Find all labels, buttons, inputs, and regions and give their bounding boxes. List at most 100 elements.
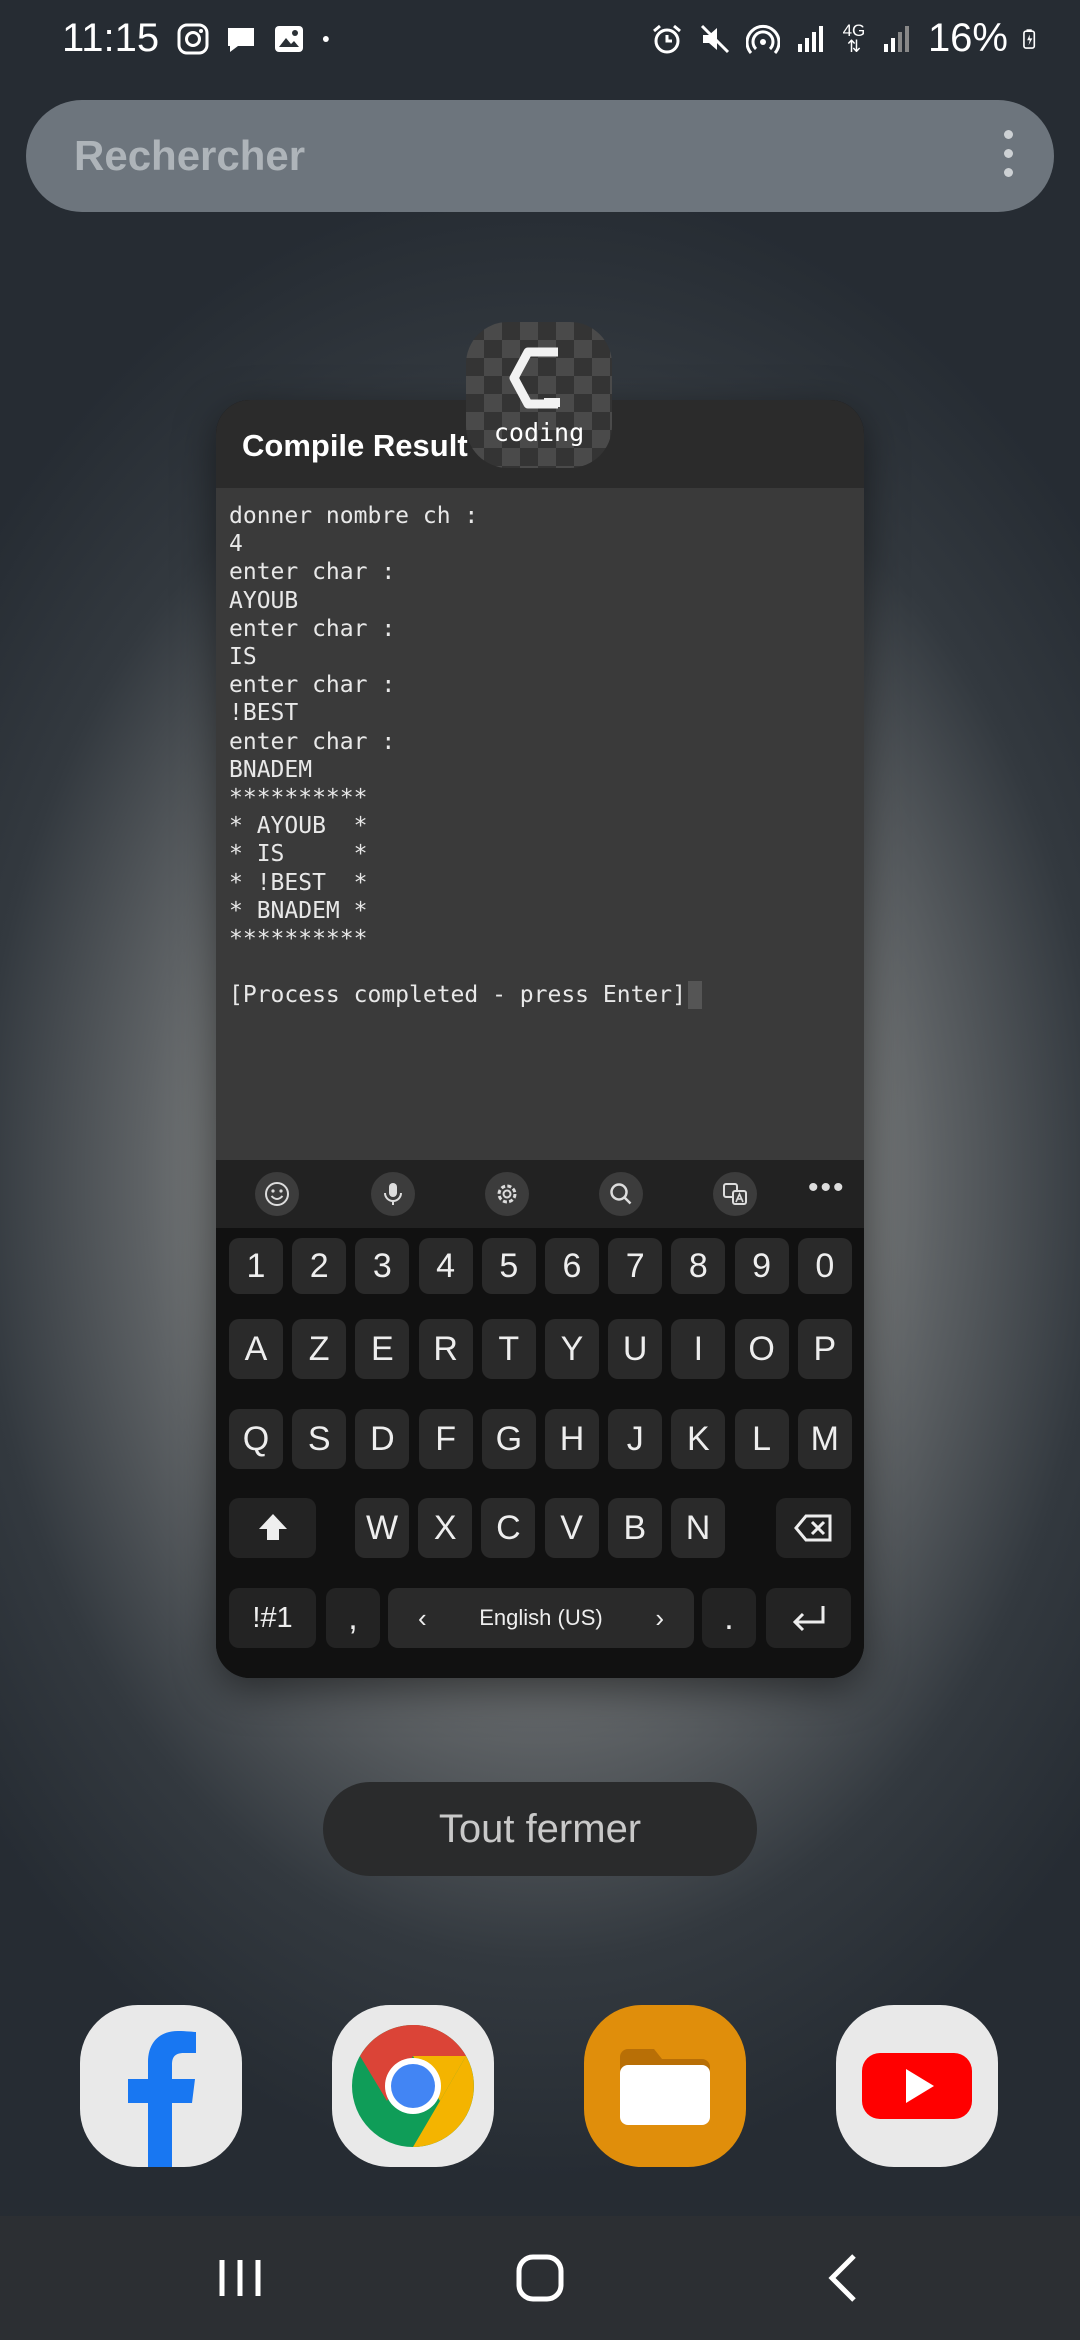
key-6[interactable]: 6 [545, 1238, 599, 1294]
key-w[interactable]: W [355, 1498, 409, 1558]
terminal-line-text: * AYOUB * [229, 813, 368, 840]
key-b[interactable]: B [607, 1498, 662, 1558]
settings-icon[interactable] [485, 1172, 529, 1216]
close-all-button[interactable]: Tout fermer [323, 1782, 757, 1876]
files-icon[interactable] [584, 2005, 746, 2167]
status-system-icons: 4G ⇅ 16% [650, 16, 1044, 61]
emoji-icon[interactable] [255, 1172, 299, 1216]
more-options-icon[interactable] [1002, 130, 1014, 182]
space-key[interactable]: ‹ English (US) › [388, 1588, 694, 1648]
mic-icon[interactable] [371, 1172, 415, 1216]
backspace-icon [793, 1514, 831, 1542]
key-9[interactable]: 9 [734, 1238, 789, 1294]
terminal-line: enter char : [229, 671, 395, 699]
language-next-icon: › [655, 1603, 664, 1633]
terminal-line: * BNADEM * [229, 897, 367, 925]
symbols-key[interactable]: !#1 [229, 1588, 316, 1648]
coding-app-icon[interactable]: coding [466, 322, 612, 468]
key-7[interactable]: 7 [608, 1238, 663, 1294]
key-d[interactable]: D [355, 1409, 410, 1469]
navigation-bar [0, 2216, 1080, 2340]
comma-key[interactable]: , [326, 1588, 380, 1648]
key-q[interactable]: Q [229, 1409, 283, 1469]
search-placeholder: Rechercher [74, 132, 306, 179]
terminal-line: ********** [229, 925, 367, 953]
key-z[interactable]: Z [292, 1319, 347, 1379]
enter-key[interactable] [766, 1588, 851, 1648]
key-3[interactable]: 3 [355, 1238, 410, 1294]
terminal-cursor [687, 981, 702, 1010]
keyboard: 1 2 3 4 5 6 7 8 9 0 A Z E R T Y U I O P Q S D F G H J K L M W X C V B N !#1,… [216, 1228, 864, 1678]
key-o[interactable]: O [734, 1319, 789, 1379]
key-h[interactable]: H [545, 1409, 599, 1469]
key-g[interactable]: G [481, 1409, 536, 1469]
key-v[interactable]: V [544, 1498, 599, 1558]
chrome-logo [352, 2025, 474, 2147]
key-e[interactable]: E [355, 1319, 410, 1379]
terminal-line: [Process completed - press Enter] [229, 981, 702, 1010]
key-l[interactable]: L [734, 1409, 789, 1469]
terminal-line: * !BEST * [229, 869, 367, 897]
instagram-icon [177, 23, 209, 55]
terminal-line: enter char : [229, 728, 395, 756]
mute-icon [700, 24, 729, 53]
key-1[interactable]: 1 [229, 1238, 283, 1294]
key-j[interactable]: J [608, 1409, 663, 1469]
chrome-icon[interactable] [332, 2005, 494, 2167]
terminal-line-text: ********** [229, 926, 368, 952]
key-m[interactable]: M [797, 1409, 852, 1469]
key-t[interactable]: T [481, 1319, 536, 1379]
key-a[interactable]: A [229, 1319, 283, 1379]
facebook-icon[interactable] [80, 2005, 242, 2167]
key-y[interactable]: Y [545, 1319, 599, 1379]
key-i[interactable]: I [671, 1319, 726, 1379]
status-notification-icons [176, 22, 340, 56]
key-4[interactable]: 4 [418, 1238, 473, 1294]
status-time: 11:15 [62, 16, 160, 60]
key-2[interactable]: 2 [292, 1238, 347, 1294]
back-button[interactable] [814, 2248, 874, 2308]
translate-icon[interactable] [713, 1172, 757, 1216]
terminal-output[interactable]: donner nombre ch :4 enter char : AYOUB ente… [216, 488, 864, 1160]
terminal-line: AYOUB [229, 587, 298, 615]
key-x[interactable]: X [418, 1498, 473, 1558]
period-key[interactable]: . [702, 1588, 756, 1648]
search-icon[interactable] [599, 1172, 643, 1216]
home-button[interactable] [510, 2248, 570, 2308]
status-bar: 11:15 4G ⇅ 16% [0, 0, 1080, 80]
shift-key[interactable] [229, 1498, 316, 1558]
terminal-line: IS [229, 643, 257, 671]
more-icon[interactable]: ••• [808, 1173, 846, 1203]
alarm-icon [652, 24, 681, 53]
key-p[interactable]: P [797, 1319, 852, 1379]
terminal-line-text: * IS * [229, 841, 368, 868]
key-c[interactable]: C [481, 1498, 536, 1558]
recent-app-card[interactable]: Compile Result donner nombre ch :4 enter … [216, 400, 864, 1678]
key-s[interactable]: S [292, 1409, 347, 1469]
terminal-line-text: * !BEST * [229, 869, 368, 896]
key-k[interactable]: K [671, 1409, 726, 1469]
terminal-line: BNADEM [229, 756, 312, 784]
space-label: English (US) [479, 1605, 603, 1630]
recents-search-bar[interactable]: Rechercher [26, 100, 1054, 212]
app-icon-label: coding [493, 418, 585, 447]
backspace-key[interactable] [776, 1498, 851, 1558]
terminal-line: * IS * [229, 840, 367, 868]
key-n[interactable]: N [671, 1498, 725, 1558]
terminal-line: * AYOUB * [229, 812, 367, 840]
key-5[interactable]: 5 [481, 1238, 536, 1294]
terminal-line-text: donner nombre ch : [229, 503, 479, 529]
recents-button[interactable] [210, 2248, 270, 2308]
key-f[interactable]: F [418, 1409, 473, 1469]
card-title: Compile Result [242, 428, 468, 463]
key-0[interactable]: 0 [797, 1238, 852, 1294]
4g-icon: 4G ⇅ [842, 20, 866, 56]
key-u[interactable]: U [608, 1319, 663, 1379]
key-8[interactable]: 8 [671, 1238, 726, 1294]
folder-logo [620, 2049, 710, 2125]
youtube-logo [862, 2053, 972, 2119]
shift-icon [258, 1514, 287, 1540]
youtube-icon[interactable] [836, 2005, 998, 2167]
terminal-line-text: enter char : [229, 615, 396, 642]
key-r[interactable]: R [418, 1319, 473, 1379]
